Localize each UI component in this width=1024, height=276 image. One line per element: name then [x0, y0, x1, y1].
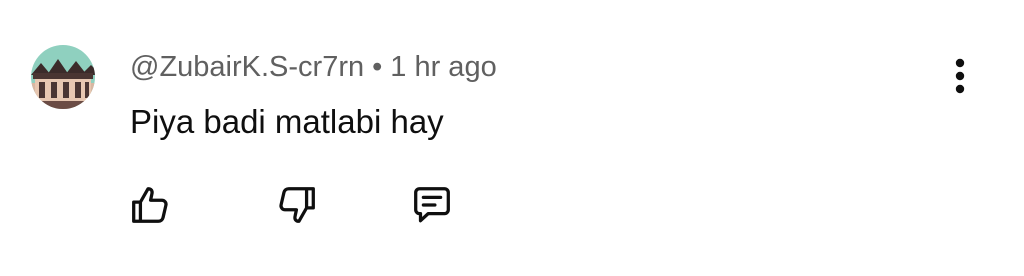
more-options-button[interactable] [942, 54, 978, 98]
reply-button[interactable] [407, 180, 457, 230]
comment-timestamp: 1 hr ago [390, 51, 497, 83]
comment-text: Piya badi matlabi hay [130, 103, 444, 140]
dislike-button[interactable] [272, 180, 322, 230]
comment-meta: @ZubairK.S-cr7rn • 1 hr ago [130, 49, 497, 85]
avatar[interactable] [31, 45, 95, 109]
comment-reply-icon [414, 187, 450, 223]
like-button[interactable] [125, 180, 175, 230]
more-vert-icon [955, 58, 965, 94]
thumb-down-icon [279, 187, 315, 223]
comment-item: @ZubairK.S-cr7rn • 1 hr ago Piya badi matl… [0, 0, 1024, 276]
thumb-up-icon [132, 187, 168, 223]
meta-separator: • [372, 51, 383, 83]
author-handle[interactable]: @ZubairK.S-cr7rn [130, 51, 364, 83]
avatar-image [31, 45, 95, 109]
